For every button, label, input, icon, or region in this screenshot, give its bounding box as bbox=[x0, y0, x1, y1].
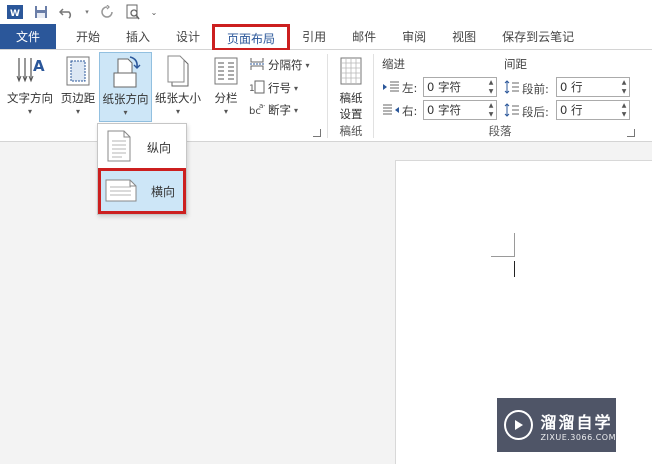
tab-view[interactable]: 视图 bbox=[439, 24, 489, 49]
margin-corner-mark bbox=[491, 256, 515, 257]
word-logo-icon: W bbox=[6, 3, 24, 21]
chevron-down-icon: ▾ bbox=[175, 107, 180, 116]
tab-mailings[interactable]: 邮件 bbox=[339, 24, 389, 49]
tab-references[interactable]: 引用 bbox=[289, 24, 339, 49]
text-direction-icon: A bbox=[13, 52, 47, 90]
watermark-title: 溜溜自学 bbox=[540, 412, 613, 432]
spacing-before-input[interactable]: 0 行 ▲ ▼ bbox=[556, 77, 630, 97]
margins-button[interactable]: 页边距 ▾ bbox=[58, 52, 98, 122]
chevron-down-icon: ▾ bbox=[305, 60, 310, 70]
undo-dropdown-icon[interactable]: ▾ bbox=[84, 3, 90, 21]
spinner-arrows-icon[interactable]: ▲ ▼ bbox=[486, 101, 496, 119]
indent-left-input[interactable]: 0 字符 ▲ ▼ bbox=[423, 77, 497, 97]
print-preview-icon[interactable] bbox=[124, 3, 142, 21]
indent-left-icon bbox=[382, 81, 400, 96]
chevron-down-icon: ▾ bbox=[123, 108, 128, 117]
chevron-down-icon: ▾ bbox=[294, 105, 299, 115]
redo-icon[interactable] bbox=[98, 3, 116, 21]
svg-text:1: 1 bbox=[249, 84, 255, 94]
chevron-down-icon: ▾ bbox=[75, 107, 80, 116]
text-direction-button[interactable]: A 文字方向 ▾ bbox=[4, 52, 56, 122]
spacing-before-icon bbox=[504, 80, 520, 97]
group-separator bbox=[373, 54, 374, 138]
orientation-dropdown: 纵向 横向 bbox=[97, 123, 187, 215]
spacing-title: 间距 bbox=[504, 57, 527, 71]
size-label: 纸张大小 bbox=[155, 91, 201, 105]
columns-label: 分栏 bbox=[214, 91, 238, 105]
page-setup-dialog-launcher[interactable] bbox=[313, 129, 321, 137]
spacing-before-label: 段前: bbox=[504, 80, 549, 97]
play-icon bbox=[504, 410, 533, 440]
draft-group-label: 稿纸 bbox=[339, 124, 363, 138]
hyphenation-label: 断字 bbox=[268, 103, 291, 117]
columns-button[interactable]: 分栏 ▾ bbox=[207, 52, 245, 122]
spacing-after-icon bbox=[504, 103, 520, 120]
group-separator bbox=[327, 54, 328, 138]
tab-review[interactable]: 审阅 bbox=[389, 24, 439, 49]
orientation-landscape-label: 横向 bbox=[151, 184, 176, 199]
spinner-arrows-icon[interactable]: ▲ ▼ bbox=[619, 101, 629, 119]
hyphenation-button[interactable]: bca- 断字 ▾ bbox=[249, 100, 298, 120]
spacing-after-label: 段后: bbox=[504, 103, 549, 120]
orientation-button[interactable]: 纸张方向 ▾ bbox=[99, 52, 152, 122]
orientation-icon bbox=[109, 53, 143, 91]
tab-layout[interactable]: 页面布局 bbox=[212, 24, 291, 51]
watermark-url: ZIXUE.3066.COM bbox=[540, 432, 616, 442]
draft-settings-label-1: 稿纸 bbox=[339, 91, 363, 105]
spinner-arrows-icon[interactable]: ▲ ▼ bbox=[486, 78, 496, 96]
line-numbers-label: 行号 bbox=[268, 81, 291, 95]
draft-settings-button[interactable]: 稿纸 设置 bbox=[333, 52, 369, 122]
spinner-arrows-icon[interactable]: ▲ ▼ bbox=[619, 78, 629, 96]
chevron-down-icon: ▾ bbox=[294, 83, 299, 93]
draft-settings-label-2: 设置 bbox=[339, 107, 363, 121]
indent-right-label: 右: bbox=[382, 103, 417, 119]
tab-file[interactable]: 文件 bbox=[0, 24, 56, 49]
paragraph-dialog-launcher[interactable] bbox=[627, 129, 635, 137]
undo-icon[interactable] bbox=[58, 3, 76, 21]
tab-home[interactable]: 开始 bbox=[56, 24, 113, 49]
tab-insert[interactable]: 插入 bbox=[113, 24, 163, 49]
tab-design[interactable]: 设计 bbox=[163, 24, 213, 49]
chevron-down-icon: ▾ bbox=[27, 107, 32, 116]
svg-text:A: A bbox=[33, 57, 45, 75]
orientation-label: 纸张方向 bbox=[102, 92, 149, 106]
save-icon[interactable] bbox=[32, 3, 50, 21]
paragraph-group-label: 段落 bbox=[488, 124, 512, 138]
indent-right-input[interactable]: 0 字符 ▲ ▼ bbox=[423, 100, 497, 120]
margins-label: 页边距 bbox=[60, 91, 96, 105]
line-numbers-button[interactable]: 1 行号 ▾ bbox=[249, 78, 298, 98]
text-cursor bbox=[514, 261, 515, 277]
indent-right-icon bbox=[382, 104, 400, 119]
watermark-logo: 溜溜自学 ZIXUE.3066.COM bbox=[497, 398, 616, 452]
line-numbers-icon: 1 bbox=[249, 80, 265, 97]
svg-text:a-: a- bbox=[259, 102, 265, 110]
indent-left-label: 左: bbox=[382, 80, 417, 96]
orientation-landscape-item[interactable]: 横向 bbox=[98, 168, 186, 214]
paper-size-icon bbox=[161, 52, 195, 90]
tab-cloud-notes[interactable]: 保存到云笔记 bbox=[489, 24, 587, 49]
word-window: W ▾ ⌄ 文件 开始 插入 设计 页面布局 引用 邮件 审阅 视图 保存到云笔… bbox=[0, 0, 652, 464]
breaks-button[interactable]: 分隔符 ▾ bbox=[249, 55, 310, 75]
breaks-label: 分隔符 bbox=[268, 58, 303, 72]
chevron-down-icon: ▾ bbox=[223, 107, 228, 116]
indent-title: 缩进 bbox=[382, 57, 405, 71]
quick-access-toolbar: W ▾ ⌄ bbox=[0, 0, 652, 24]
columns-icon bbox=[209, 52, 243, 90]
watermark-text: 溜溜自学 ZIXUE.3066.COM bbox=[541, 409, 616, 442]
portrait-page-icon bbox=[105, 130, 133, 165]
breaks-icon bbox=[249, 57, 265, 74]
orientation-portrait-label: 纵向 bbox=[147, 140, 172, 155]
svg-text:W: W bbox=[10, 9, 20, 19]
margins-icon bbox=[61, 52, 95, 90]
customize-qat-icon[interactable]: ⌄ bbox=[150, 3, 158, 21]
landscape-page-icon bbox=[105, 177, 137, 206]
ribbon-tabs: 文件 开始 插入 设计 页面布局 引用 邮件 审阅 视图 保存到云笔记 bbox=[0, 24, 652, 51]
text-direction-label: 文字方向 bbox=[7, 91, 53, 105]
hyphenation-icon: bca- bbox=[249, 102, 266, 119]
margin-corner-mark bbox=[514, 233, 515, 257]
spacing-after-input[interactable]: 0 行 ▲ ▼ bbox=[556, 100, 630, 120]
orientation-portrait-item[interactable]: 纵向 bbox=[101, 127, 183, 167]
draft-paper-icon bbox=[334, 52, 368, 90]
size-button[interactable]: 纸张大小 ▾ bbox=[153, 52, 203, 122]
